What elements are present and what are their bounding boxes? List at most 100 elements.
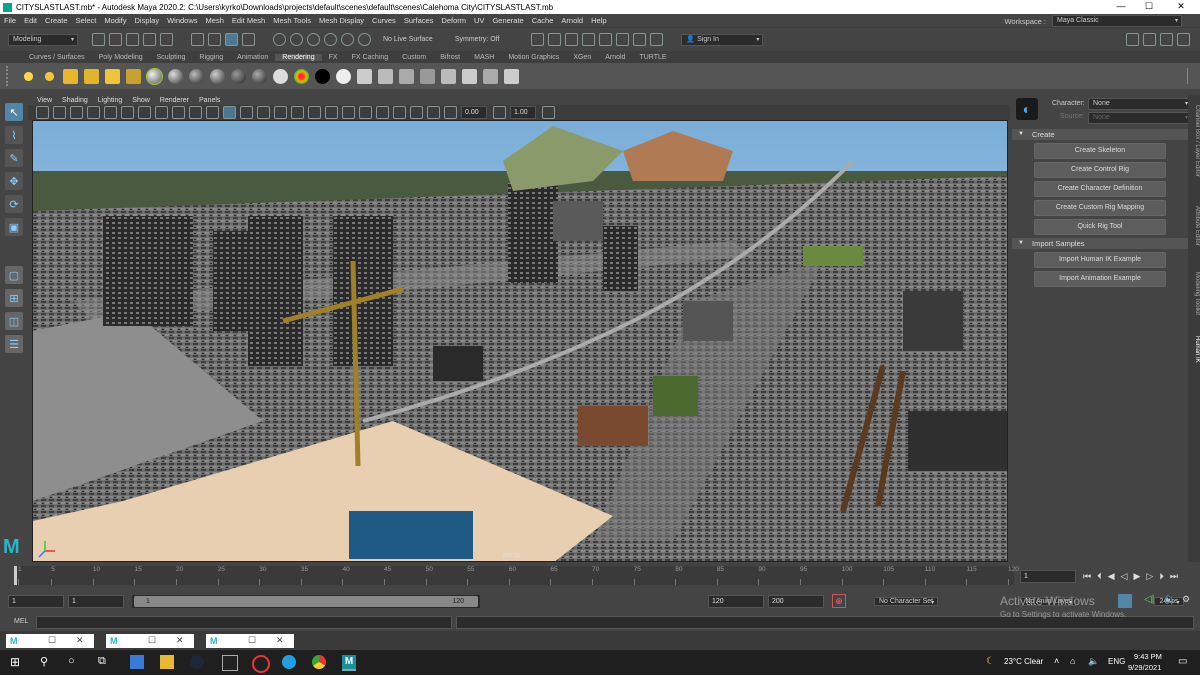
mail-icon[interactable] <box>130 655 144 669</box>
select-component-icon[interactable] <box>225 33 238 46</box>
menu-modify[interactable]: Modify <box>100 16 130 25</box>
snap-view-plane-icon[interactable] <box>324 33 337 46</box>
steam-icon[interactable] <box>190 655 204 669</box>
ipr-render-icon[interactable] <box>565 33 579 46</box>
menu-select[interactable]: Select <box>72 16 101 25</box>
select-tool-icon[interactable]: ↖ <box>5 103 23 121</box>
save-scene-icon[interactable] <box>126 33 139 46</box>
snap-together-icon[interactable] <box>358 33 371 46</box>
layered-material-icon[interactable] <box>252 68 267 84</box>
rotate-tool-icon[interactable]: ⟳ <box>5 195 23 213</box>
select-hierarchy-icon[interactable] <box>191 33 204 46</box>
grid-toggle-icon[interactable] <box>104 106 117 119</box>
resolution-gate-icon[interactable] <box>138 106 151 119</box>
weather-label[interactable]: 23°C Clear <box>1004 657 1043 666</box>
animation-end-field[interactable]: 200 <box>768 595 824 608</box>
tool-settings-icon[interactable] <box>1160 33 1173 46</box>
menu-arnold[interactable]: Arnold <box>557 16 587 25</box>
menu-file[interactable]: File <box>0 16 20 25</box>
lasso-tool-icon[interactable]: ⌇ <box>5 126 23 144</box>
create-skeleton-button[interactable]: Create Skeleton <box>1034 143 1166 159</box>
opera-icon[interactable] <box>252 655 270 673</box>
close-button[interactable]: ✕ <box>1168 0 1194 14</box>
language-indicator[interactable]: ENG <box>1108 657 1125 666</box>
step-forward-frame-icon[interactable]: ▷ <box>1146 571 1153 582</box>
cortana-icon[interactable]: ○ <box>68 655 82 669</box>
current-frame-field[interactable]: 1 <box>1020 570 1076 583</box>
shelf-tab-mash[interactable]: MASH <box>467 54 501 61</box>
play-forwards-icon[interactable]: ▶ <box>1133 571 1140 582</box>
paint-select-icon[interactable]: ✎ <box>5 149 23 167</box>
clock-date[interactable]: 9/29/2021 <box>1128 663 1161 672</box>
live-surface-label[interactable]: No Live Surface <box>383 36 433 43</box>
point-light-icon[interactable] <box>42 68 57 84</box>
shelf-tab-poly-modeling[interactable]: Poly Modeling <box>92 54 150 61</box>
antialias-icon[interactable] <box>342 106 355 119</box>
camera-select-icon[interactable] <box>36 106 49 119</box>
playback-start-field[interactable]: 1 <box>68 595 124 608</box>
phong-material-icon[interactable] <box>210 68 225 84</box>
spot-light-icon[interactable] <box>63 68 78 84</box>
isolate-select-icon[interactable] <box>376 106 389 119</box>
viewport-menu-view[interactable]: View <box>32 97 57 104</box>
batch-render-icon[interactable] <box>420 68 435 84</box>
create-custom-rig-mapping-button[interactable]: Create Custom Rig Mapping <box>1034 200 1166 216</box>
shelf-tab-rigging[interactable]: Rigging <box>192 54 230 61</box>
render-layer-icon[interactable] <box>441 68 456 84</box>
side-tab-attribute-editor[interactable]: Attribute Editor <box>1188 195 1200 257</box>
step-forward-key-icon[interactable]: ⏵ <box>1159 571 1164 582</box>
directional-light-icon[interactable] <box>21 68 36 84</box>
side-tab-channel-box[interactable]: Channel Box / Layer Editor <box>1188 97 1200 185</box>
viewport-menu-show[interactable]: Show <box>127 97 155 104</box>
hypershade-icon[interactable] <box>599 33 613 46</box>
shelf-tab-xgen[interactable]: XGen <box>566 54 598 61</box>
phonge-material-icon[interactable] <box>231 68 246 84</box>
menu-deform[interactable]: Deform <box>437 16 470 25</box>
use-background-icon[interactable] <box>315 68 330 84</box>
minimized-window[interactable]: M ☐ ✕ <box>206 634 294 648</box>
bookmark-icon[interactable] <box>70 106 83 119</box>
time-slider[interactable]: 1 5 10 15 20 25 30 35 40 45 50 55 60 65 70 75 80 85 90 95 10… <box>14 566 1019 585</box>
single-perspective-layout-icon[interactable]: ▢ <box>5 266 23 284</box>
menu-mesh-tools[interactable]: Mesh Tools <box>269 16 315 25</box>
file-explorer-icon[interactable] <box>160 655 174 669</box>
viewport-menu-shading[interactable]: Shading <box>57 97 93 104</box>
menu-curves[interactable]: Curves <box>368 16 400 25</box>
minimized-window[interactable]: M ☐ ✕ <box>106 634 194 648</box>
quick-rig-tool-button[interactable]: Quick Rig Tool <box>1034 219 1166 235</box>
create-control-rig-button[interactable]: Create Control Rig <box>1034 162 1166 178</box>
pick-mask-icon[interactable] <box>242 33 255 46</box>
shelf-tab-custom[interactable]: Custom <box>395 54 433 61</box>
volume-light-icon[interactable] <box>105 68 120 84</box>
snap-point-icon[interactable] <box>307 33 320 46</box>
menu-display[interactable]: Display <box>131 16 164 25</box>
mel-label[interactable]: MEL <box>14 618 28 625</box>
notifications-icon[interactable]: ▭ <box>1178 656 1187 667</box>
symmetry-label[interactable]: Symmetry: Off <box>455 36 500 43</box>
ambient-light-icon[interactable] <box>126 68 141 84</box>
import-human-ik-example-button[interactable]: Import Human IK Example <box>1034 252 1166 268</box>
snap-curve-icon[interactable] <box>290 33 303 46</box>
render-settings-shelf-icon[interactable] <box>357 68 372 84</box>
smooth-shade-icon[interactable] <box>223 106 236 119</box>
create-character-definition-button[interactable]: Create Character Definition <box>1034 181 1166 197</box>
scale-tool-icon[interactable]: ▣ <box>5 218 23 236</box>
maya-taskbar-icon[interactable]: M <box>342 655 356 671</box>
menu-edit-mesh[interactable]: Edit Mesh <box>228 16 269 25</box>
shelf-tab-sculpting[interactable]: Sculpting <box>150 54 193 61</box>
import-samples-section-header[interactable]: Import Samples <box>1012 238 1188 249</box>
blinn-material-icon[interactable] <box>168 68 183 84</box>
ramp-shader-icon[interactable] <box>294 68 309 84</box>
arnold-render-icon[interactable] <box>616 33 630 46</box>
gamma-field[interactable]: 1.00 <box>510 106 536 119</box>
render-frame-icon[interactable] <box>548 33 562 46</box>
camera-attributes-icon[interactable] <box>53 106 66 119</box>
open-scene-icon[interactable] <box>109 33 122 46</box>
shelf-tab-motion-graphics[interactable]: Motion Graphics <box>501 54 566 61</box>
ipr-shelf-icon[interactable] <box>399 68 414 84</box>
step-back-key-icon[interactable]: ⏴ <box>1097 571 1102 582</box>
render-current-frame-icon[interactable] <box>378 68 393 84</box>
exposure-field[interactable]: 0.00 <box>461 106 487 119</box>
shadows-icon[interactable] <box>291 106 304 119</box>
menu-mesh-display[interactable]: Mesh Display <box>315 16 368 25</box>
